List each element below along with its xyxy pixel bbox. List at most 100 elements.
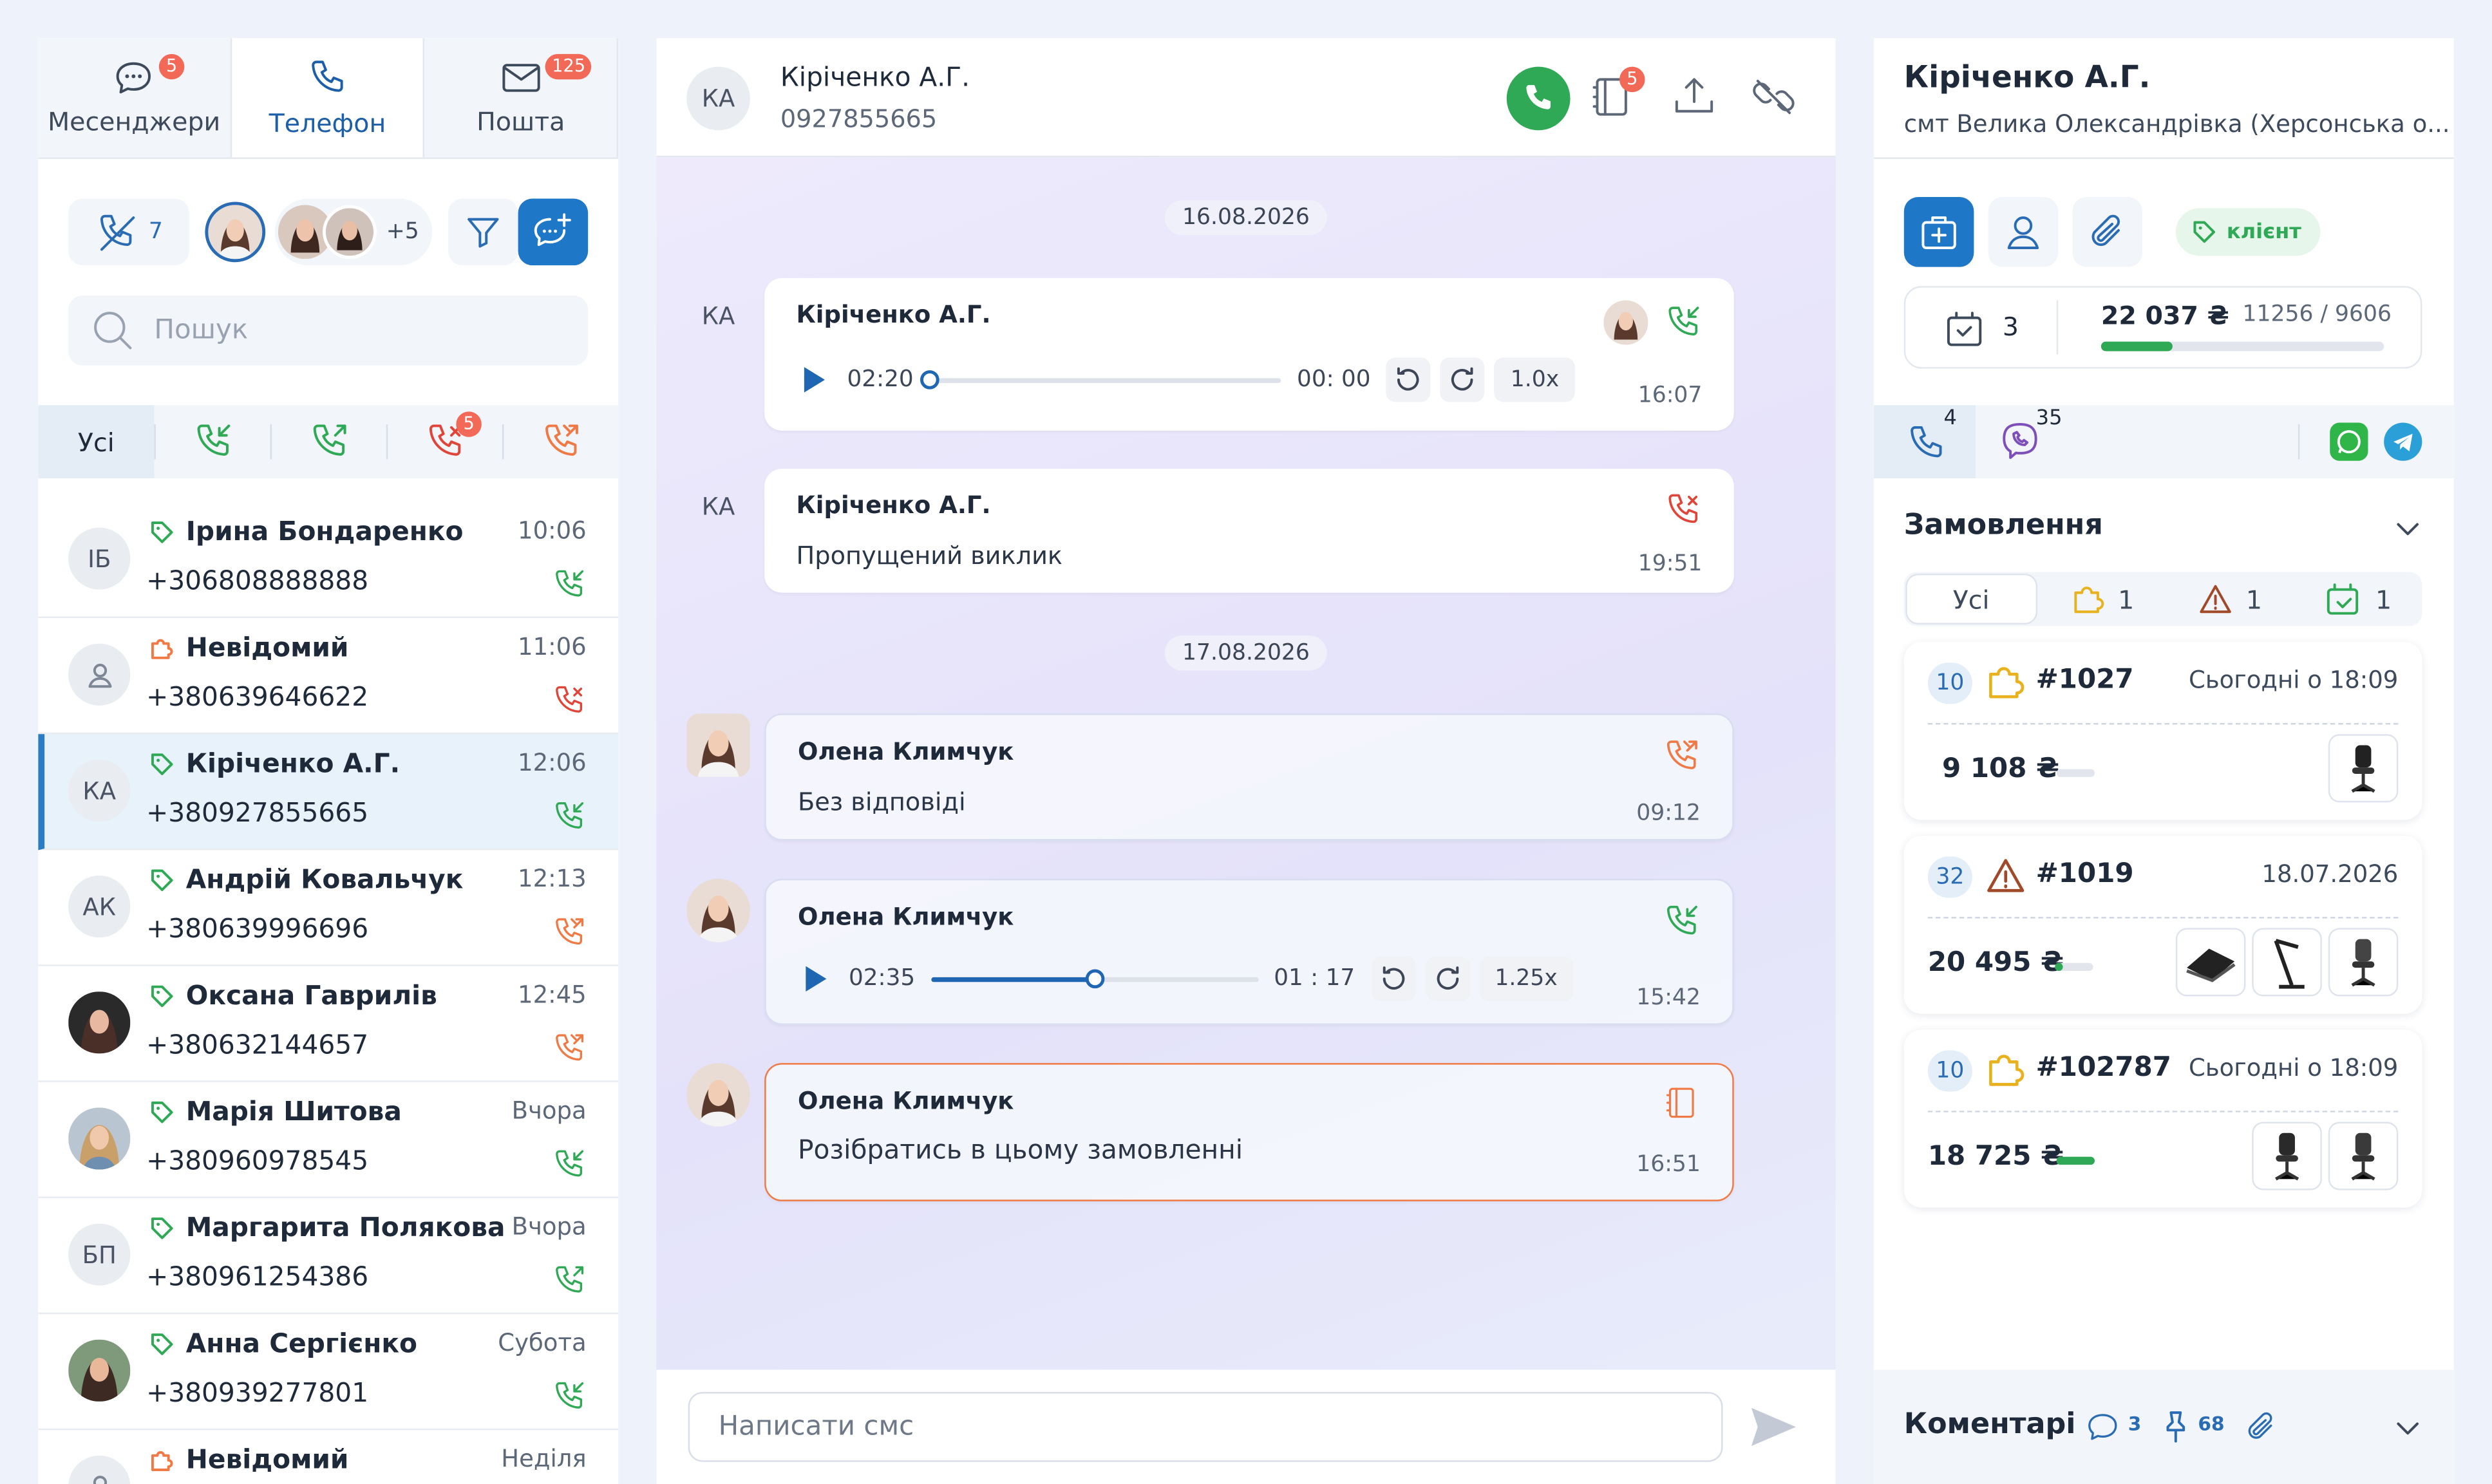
list-item[interactable]: Невідомий Неділя [38,1430,618,1484]
order-sum: 20 495 ₴ [1927,946,2064,979]
list-item[interactable]: Невідомий +380639646622 11:06 [38,618,619,735]
channel-calls[interactable]: 4 [1873,405,1976,478]
play-icon[interactable] [797,364,828,395]
filter-outgoing[interactable] [270,405,386,478]
tab-phone[interactable]: Телефон [231,38,425,158]
contact-name: Ірина Бондаренко [185,516,464,547]
sms-input[interactable]: Написати смс [688,1392,1723,1462]
search-input[interactable]: Пошук [68,296,589,366]
comments-section[interactable]: Коментарі 3 68 [1873,1369,2454,1484]
profile-button[interactable] [1988,197,2059,267]
upload-button[interactable] [1670,73,1718,121]
list-item[interactable]: Марія Шитова +380960978545 Вчора [38,1082,619,1198]
new-chat-button[interactable] [518,198,589,266]
speed-button[interactable]: 1.25x [1478,956,1574,1001]
list-item[interactable]: Анна Сергієнко +380939277801 Субота [38,1314,619,1431]
filter-all[interactable]: Усі [38,405,155,478]
audio-seek-handle[interactable] [1084,968,1104,988]
office-chair-icon [2275,1132,2299,1180]
tag-icon [151,869,173,890]
tab-mail[interactable]: Пошта 125 [424,38,619,158]
chevron-down-icon[interactable] [2393,1414,2422,1443]
avatar: КА [68,759,131,822]
order-number-badge: 10 [1927,662,1972,704]
order-tab-problem[interactable]: 1 [2166,572,2294,626]
sms-placeholder: Написати смс [718,1411,914,1443]
contact-phone: +380960978545 [146,1145,369,1176]
product-thumbnail[interactable] [2328,1122,2399,1190]
incoming-call-icon [556,1382,584,1409]
product-thumbnail[interactable] [2252,928,2322,997]
conversations-panel: Месенджери 5 Телефон Пошта 125 7 +5 Пошу… [38,38,619,1484]
failed-call-icon [544,424,578,456]
avatar: БП [68,1223,131,1286]
list-item[interactable]: БП Маргарита Полякова +380961254386 Вчор… [38,1198,619,1315]
mail-badge: 125 [545,53,592,80]
unlink-button[interactable] [1750,73,1797,121]
contact-time: 12:13 [518,864,587,894]
attachments-button[interactable] [2072,197,2143,267]
channel-tabs: Месенджери 5 Телефон Пошта 125 [38,38,619,159]
list-item[interactable]: АК Андрій Ковальчук +380639996696 12:13 [38,850,619,966]
order-card[interactable]: 32 #1019 18.07.2026 20 495 ₴ [1903,836,2422,1014]
agents-group[interactable]: +5 [274,198,432,266]
pins-count: 68 [2198,1413,2225,1435]
current-agent-avatar[interactable] [205,202,266,263]
client-tag-label: клієнт [2226,220,2301,244]
list-item-selected[interactable]: КА Кіріченко А.Г. +380927855665 12:06 [38,734,619,850]
note-message: Олена Климчук Розібратись в цьому замовл… [764,1063,1734,1201]
incoming-call-icon [1668,306,1699,336]
order-tab-new[interactable]: 1 [2038,572,2166,626]
list-item[interactable]: Оксана Гаврилів +380632144657 12:45 [38,966,619,1082]
forward-button[interactable] [1424,956,1469,1001]
call-recording-message: Кіріченко А.Г. 02:20 00: 00 1.0x 16:07 [764,277,1734,431]
filter-missed[interactable]: 5 [386,405,502,478]
client-tag[interactable]: клієнт [2175,208,2321,256]
chevron-down-icon[interactable] [2393,515,2422,543]
rewind-button[interactable] [1386,357,1431,402]
chat-icon [117,62,151,94]
product-thumbnail[interactable] [2328,928,2399,997]
message-text: Розібратись в цьому замовленні [797,1134,1243,1165]
tag-icon [151,520,173,543]
audio-seek-bar[interactable] [920,369,1281,389]
product-thumbnail[interactable] [2175,928,2246,997]
filter-button[interactable] [448,198,518,266]
contact-photo-icon [68,1339,131,1402]
order-progress [2056,1156,2095,1165]
date-separator: 17.08.2026 [1164,635,1328,671]
contact-phone: +380632144657 [146,1029,369,1060]
send-button[interactable] [1748,1405,1799,1449]
audio-seek-bar[interactable] [930,968,1258,988]
order-tab-done[interactable]: 1 [2294,572,2422,626]
new-order-button[interactable] [1903,197,1974,267]
chat-contact-phone: 0927855665 [780,104,938,134]
order-id: #1019 [2035,858,2134,890]
forward-icon [1436,966,1458,990]
forward-button[interactable] [1440,357,1486,402]
missed-calls-button[interactable]: 7 [68,198,189,266]
whatsapp-button[interactable] [2330,422,2368,461]
filter-failed[interactable] [502,405,618,478]
contact-time: Субота [498,1328,587,1357]
channel-viber[interactable]: 35 [1976,405,2077,478]
filter-incoming[interactable] [154,405,270,478]
telegram-button[interactable] [2384,422,2422,461]
order-card[interactable]: 10 #102787 Сьогодні о 18:09 18 725 ₴ [1903,1029,2422,1208]
product-thumbnail[interactable] [2252,1122,2322,1190]
play-icon[interactable] [798,963,829,995]
speed-button[interactable]: 1.0x [1495,357,1575,402]
failed-call-icon [1666,740,1697,769]
order-progress-fill [2056,1156,2095,1165]
call-button[interactable] [1506,66,1571,131]
order-card[interactable]: 10 #1027 Сьогодні о 18:09 9 108 ₴ [1903,642,2422,820]
product-thumbnail[interactable] [2328,734,2399,803]
list-item[interactable]: ІБ Ірина Бондаренко +306808888888 10:06 [38,502,619,619]
order-tab-all[interactable]: Усі [1905,573,2037,625]
rewind-button[interactable] [1370,956,1415,1001]
tab-messengers-label: Месенджери [48,106,221,137]
stats-divider [2056,300,2059,355]
audio-seek-handle[interactable] [920,369,939,389]
tab-messengers[interactable]: Месенджери 5 [38,38,232,158]
notes-button[interactable]: 5 [1588,66,1645,121]
